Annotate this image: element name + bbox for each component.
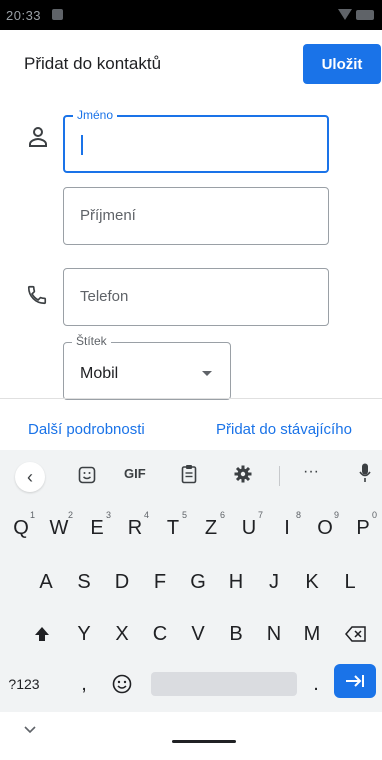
first-name-field[interactable]: Jméno	[63, 108, 329, 173]
status-bar: 20:33	[0, 0, 382, 30]
key-l[interactable]: L	[332, 560, 368, 604]
key-t[interactable]: T5	[155, 506, 191, 550]
keyboard-toolbar: ‹ GIF ···	[0, 450, 382, 498]
shift-key[interactable]	[24, 612, 60, 656]
key-b[interactable]: B	[218, 612, 254, 656]
first-name-label: Jméno	[73, 108, 118, 122]
key-i[interactable]: I8	[269, 506, 305, 550]
back-chevron-icon[interactable]: ‹	[15, 462, 45, 492]
navigation-bar	[0, 712, 382, 760]
key-label: Z	[204, 516, 218, 539]
key-n[interactable]: N	[256, 612, 292, 656]
person-icon	[29, 127, 47, 147]
key-hint: 8	[295, 510, 301, 520]
key-label: O	[317, 516, 333, 539]
key-hint: 5	[181, 510, 187, 520]
label-dropdown-label: Štítek	[72, 334, 111, 348]
page-title: Přidat do kontaktů	[24, 54, 162, 73]
more-options-button[interactable]: ···	[303, 463, 319, 481]
key-v[interactable]: V	[180, 612, 216, 656]
gif-button[interactable]: GIF	[124, 466, 146, 481]
notification-icon	[52, 9, 63, 20]
key-hint: 7	[257, 510, 263, 520]
key-p[interactable]: P0	[345, 506, 381, 550]
label-dropdown-value: Mobil	[80, 365, 119, 382]
key-label: R	[127, 516, 143, 539]
phone-icon	[27, 285, 47, 305]
key-x[interactable]: X	[104, 612, 140, 656]
key-label: E	[90, 516, 104, 539]
key-o[interactable]: O9	[307, 506, 343, 550]
sticker-icon[interactable]	[78, 466, 96, 484]
hide-keyboard-chevron-icon[interactable]	[24, 726, 36, 734]
key-hint: 1	[29, 510, 35, 520]
more-details-link[interactable]: Další podrobnosti	[28, 421, 145, 438]
key-hint: 0	[371, 510, 377, 520]
key-hint: 6	[219, 510, 225, 520]
enter-key[interactable]	[334, 664, 376, 698]
key-r[interactable]: R4	[117, 506, 153, 550]
key-label: U	[241, 516, 257, 539]
emoji-icon	[112, 674, 132, 694]
clipboard-icon[interactable]	[181, 464, 197, 484]
settings-gear-icon[interactable]	[234, 465, 252, 483]
add-to-existing-link[interactable]: Přidat do stávajícího	[216, 421, 352, 438]
phone-field[interactable]: Telefon	[63, 268, 329, 326]
toolbar-separator	[279, 466, 280, 486]
key-m[interactable]: M	[294, 612, 330, 656]
last-name-placeholder: Příjmení	[80, 207, 136, 224]
key-hint: 2	[67, 510, 73, 520]
key-g[interactable]: G	[180, 560, 216, 604]
key-s[interactable]: S	[66, 560, 102, 604]
app-bar: Přidat do kontaktů Uložit	[0, 30, 382, 100]
key-label: W	[49, 516, 69, 539]
key-label: I	[284, 516, 290, 539]
key-y[interactable]: Y	[66, 612, 102, 656]
status-time: 20:33	[6, 8, 42, 23]
key-u[interactable]: U7	[231, 506, 267, 550]
key-a[interactable]: A	[28, 560, 64, 604]
text-cursor	[81, 135, 83, 155]
key-hint: 4	[143, 510, 149, 520]
microphone-icon[interactable]	[359, 463, 371, 483]
space-key[interactable]	[151, 672, 297, 696]
shift-arrow-icon	[35, 627, 49, 641]
key-e[interactable]: E3	[79, 506, 115, 550]
backspace-icon	[345, 626, 366, 642]
home-gesture-bar[interactable]	[172, 740, 236, 743]
last-name-field[interactable]: Příjmení	[63, 187, 329, 245]
key-label: Q	[13, 516, 29, 539]
period-key[interactable]: .	[298, 662, 334, 706]
save-button[interactable]: Uložit	[303, 44, 381, 84]
key-hint: 9	[333, 510, 339, 520]
dropdown-arrow-icon	[202, 371, 212, 376]
next-arrow-icon	[346, 675, 364, 687]
wifi-icon	[338, 9, 352, 20]
key-j[interactable]: J	[256, 560, 292, 604]
symbols-key[interactable]: ?123	[2, 662, 46, 706]
key-hint: 3	[105, 510, 111, 520]
keyboard: ‹ GIF ··· Q1 W 2 E 3 R 4 T 5 Z 6 U 7 I 8…	[0, 450, 382, 712]
comma-key[interactable]: ,	[66, 662, 102, 706]
battery-icon	[356, 10, 374, 20]
key-z[interactable]: Z6	[193, 506, 229, 550]
key-h[interactable]: H	[218, 560, 254, 604]
key-w[interactable]: W2	[41, 506, 77, 550]
phone-placeholder: Telefon	[80, 288, 129, 305]
key-k[interactable]: K	[294, 560, 330, 604]
label-dropdown[interactable]: Štítek Mobil	[63, 334, 231, 400]
emoji-key[interactable]	[104, 662, 140, 706]
divider	[0, 398, 382, 399]
backspace-key[interactable]	[336, 612, 376, 656]
key-d[interactable]: D	[104, 560, 140, 604]
key-q[interactable]: Q1	[3, 506, 39, 550]
key-c[interactable]: C	[142, 612, 178, 656]
key-label: T	[166, 516, 180, 539]
key-label: P	[356, 516, 370, 539]
key-f[interactable]: F	[142, 560, 178, 604]
